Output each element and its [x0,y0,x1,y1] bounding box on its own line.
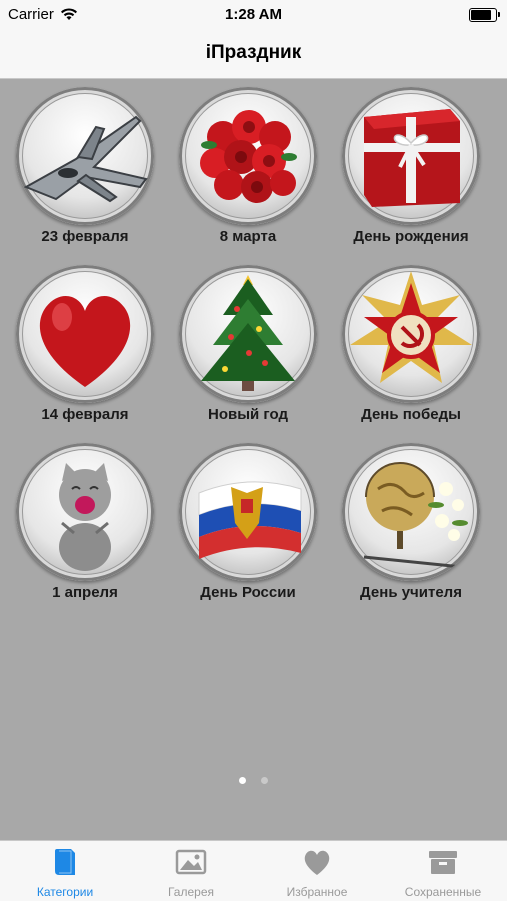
category-label: День учителя [360,584,462,601]
heart-icon [39,295,131,387]
page-dot-2[interactable] [260,777,268,784]
gift-box-icon [364,109,460,207]
category-disc[interactable] [342,443,480,581]
category-disc[interactable] [16,443,154,581]
category-label: День рождения [353,228,469,245]
tab-gallery[interactable]: Галерея [128,841,254,901]
book-icon [55,849,75,875]
tab-bar: Категории Галерея Избранное Сохраненные [0,840,507,901]
category-cell-14-february[interactable]: 14 февраля [4,257,166,427]
tab-label: Галерея [167,885,215,899]
order-star-icon [350,271,472,383]
category-disc[interactable] [179,443,317,581]
category-label: 23 февраля [41,228,129,245]
picture-icon [175,849,207,875]
russian-flag-icon [198,481,302,559]
tab-saved[interactable]: Сохраненные [380,841,506,901]
category-disc[interactable] [16,265,154,403]
battery-icon [469,8,500,22]
category-cell-1-april[interactable]: 1 апреля [4,435,166,605]
category-disc[interactable] [342,87,480,225]
page-title: iПраздник [205,42,302,63]
tab-label: Избранное [286,885,348,899]
category-cell-birthday[interactable]: День рождения [330,79,492,249]
tab-favorites[interactable]: Избранное [254,841,380,901]
category-label: 14 февраля [41,406,129,423]
page-dot-1[interactable] [239,777,247,784]
tab-label: Сохраненные [404,885,482,899]
tab-categories[interactable]: Категории [2,841,128,901]
status-bar: Carrier 1:28 AM [0,0,507,30]
archive-box-icon [429,851,457,874]
category-disc[interactable] [179,265,317,403]
fighter-jet-icon [23,115,148,203]
category-label: День России [200,584,296,601]
category-label: 8 марта [219,228,277,245]
category-cell-new-year[interactable]: Новый год [167,257,329,427]
category-cell-8-march[interactable]: 8 марта [167,79,329,249]
category-cell-russia-day[interactable]: День России [167,435,329,605]
category-disc[interactable] [179,87,317,225]
category-disc[interactable] [16,87,154,225]
globe-flowers-icon [363,462,468,569]
page-control[interactable] [0,771,507,789]
category-label: 1 апреля [52,584,118,601]
tab-label: Категории [36,885,94,899]
category-cell-23-february[interactable]: 23 февраля [4,79,166,249]
category-cell-teacher-day[interactable]: День учителя [330,435,492,605]
laughing-kitten-icon [59,463,111,571]
battery-level [471,10,491,20]
christmas-tree-icon [201,275,295,391]
category-cell-victory-day[interactable]: День победы [330,257,492,427]
category-label: День победы [361,406,461,423]
nav-bar: iПраздник [0,30,507,79]
heart-icon [304,850,330,875]
category-disc[interactable] [342,265,480,403]
roses-bouquet-icon [200,110,297,203]
status-time: 1:28 AM [225,6,282,23]
category-grid: 23 февраля 8 марта День рождения 14 февр… [0,79,507,840]
category-label: Новый год [208,406,288,423]
